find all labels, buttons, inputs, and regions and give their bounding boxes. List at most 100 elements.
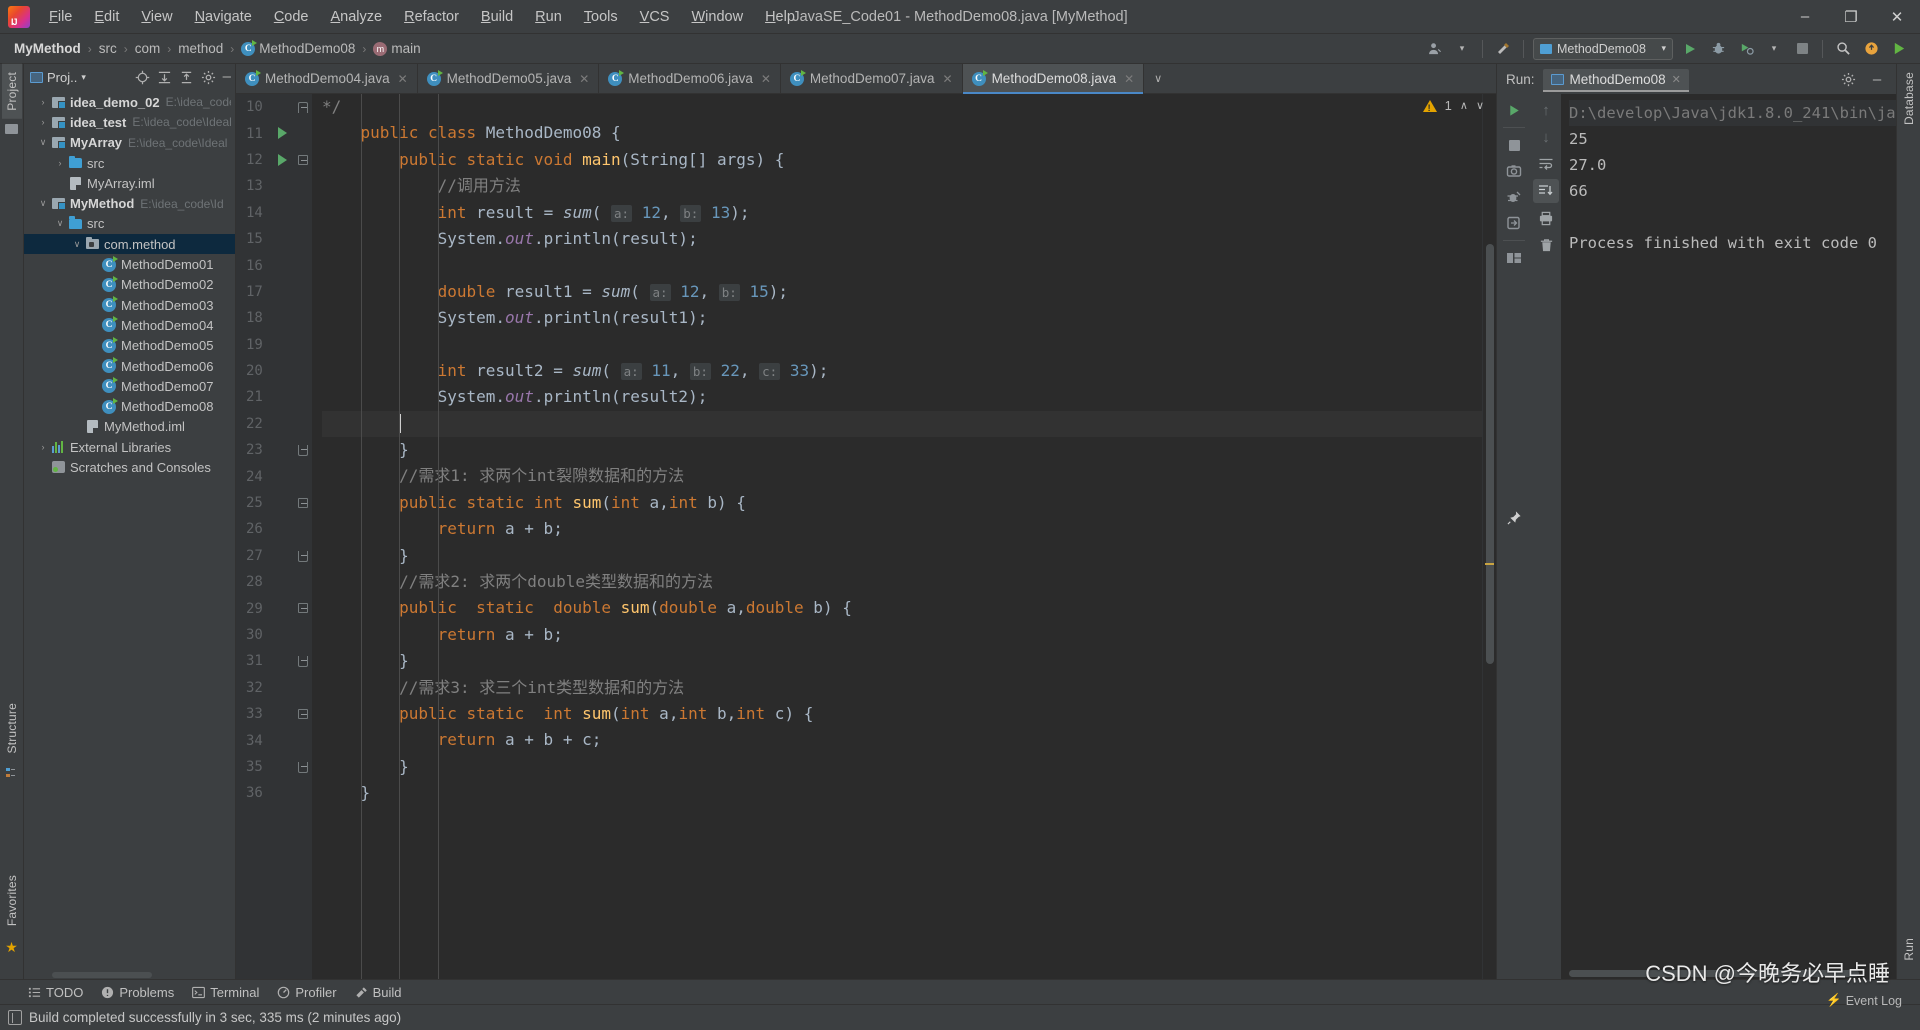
maximize-button[interactable]: ❐ xyxy=(1828,0,1874,33)
tree-item-methoddemo06[interactable]: C MethodDemo06 xyxy=(24,356,235,376)
tool-window-problems[interactable]: Problems xyxy=(101,985,174,1000)
code-line-12[interactable]: public static void main(String[] args) { xyxy=(322,147,1482,173)
menu-view[interactable]: View xyxy=(130,5,183,29)
layout-icon[interactable] xyxy=(1501,246,1527,270)
sidebar-tab-favorites[interactable]: Favorites xyxy=(2,867,22,934)
code-line-20[interactable]: int result2 = sum( a: 11, b: 22, c: 33); xyxy=(322,358,1482,384)
run-anything-icon[interactable] xyxy=(1888,38,1910,60)
fold-collapse-icon[interactable] xyxy=(298,603,308,614)
editor-tab-methoddemo06-java[interactable]: C MethodDemo06.java ✕ xyxy=(599,64,781,93)
search-icon[interactable] xyxy=(1832,38,1854,60)
tree-item-src[interactable]: › src xyxy=(24,153,235,173)
editor-tabs[interactable]: C MethodDemo04.java ✕ C MethodDemo05.java ✕ C M… xyxy=(236,64,1496,94)
project-tree[interactable]: › idea_demo_02 E:\idea_code › idea_test E:\id… xyxy=(24,90,235,972)
gutter-line-14[interactable]: 14 xyxy=(236,200,312,226)
editor-gutter[interactable]: 10 11 12 13 14 15 16 17 18 19 20 21 22 23 24 25 26 27 28 29… xyxy=(236,94,312,979)
gutter-line-30[interactable]: 30 xyxy=(236,622,312,648)
tree-item-myarray[interactable]: ∨ MyArray E:\idea_code\Ideal xyxy=(24,133,235,153)
hide-panel-icon[interactable]: – xyxy=(223,69,231,84)
fold-region-bottom-icon[interactable] xyxy=(298,445,308,457)
code-line-28[interactable]: //需求2: 求两个double类型数据和的方法 xyxy=(322,569,1482,595)
breadcrumb-src[interactable]: src xyxy=(99,41,117,56)
breadcrumb-method[interactable]: method xyxy=(178,41,223,56)
inspection-widget[interactable]: 1 ∧ ∨ xyxy=(1422,98,1484,113)
menu-file[interactable]: File xyxy=(38,5,83,29)
tool-window-profiler[interactable]: Profiler xyxy=(277,985,337,1000)
print-icon[interactable] xyxy=(1533,206,1559,230)
rerun-icon[interactable] xyxy=(1501,98,1527,122)
run-tab-methoddemo08[interactable]: MethodDemo08 ✕ xyxy=(1542,68,1690,92)
user-avatar-icon[interactable] xyxy=(1423,38,1445,60)
gutter-line-34[interactable]: 34 xyxy=(236,727,312,753)
gutter-line-32[interactable]: 32 xyxy=(236,675,312,701)
tree-item-scratches-and-consoles[interactable]: Scratches and Consoles xyxy=(24,457,235,477)
breadcrumb-mymethod[interactable]: MyMethod xyxy=(14,41,81,56)
hammer-build-icon[interactable] xyxy=(1492,38,1514,60)
code-editor[interactable]: 10 11 12 13 14 15 16 17 18 19 20 21 22 23 24 25 26 27 28 29… xyxy=(236,94,1496,979)
scroll-down-icon[interactable]: ↓ xyxy=(1533,125,1559,149)
chevron-down-icon[interactable]: ∨ xyxy=(70,239,84,250)
debug-attach-icon[interactable] xyxy=(1501,185,1527,209)
code-line-30[interactable]: return a + b; xyxy=(322,622,1482,648)
code-line-18[interactable]: System.out.println(result1); xyxy=(322,305,1482,331)
code-line-33[interactable]: public static int sum(int a,int b,int c)… xyxy=(322,701,1482,727)
editor-tab-methoddemo08-java[interactable]: C MethodDemo08.java ✕ xyxy=(962,64,1145,94)
tool-window-build[interactable]: Build xyxy=(355,985,401,1000)
gutter-line-26[interactable]: 26 xyxy=(236,516,312,542)
menu-vcs[interactable]: VCS xyxy=(629,5,681,29)
warning-marker[interactable] xyxy=(1485,563,1494,565)
run-with-coverage-icon[interactable] xyxy=(1735,38,1757,60)
code-line-10[interactable]: */ xyxy=(322,94,1482,120)
editor-scrollbar[interactable] xyxy=(1482,94,1496,979)
code-line-24[interactable]: //需求1: 求两个int裂隙数据和的方法 xyxy=(322,463,1482,489)
code-line-23[interactable]: } xyxy=(322,437,1482,463)
tree-item-methoddemo03[interactable]: C MethodDemo03 xyxy=(24,295,235,315)
close-icon[interactable]: ✕ xyxy=(398,72,408,86)
code-line-14[interactable]: int result = sum( a: 12, b: 13); xyxy=(322,200,1482,226)
editor-tab-methoddemo05-java[interactable]: C MethodDemo05.java ✕ xyxy=(418,64,600,93)
menu-edit[interactable]: Edit xyxy=(83,5,130,29)
console-output[interactable]: D:\develop\Java\jdk1.8.0_241\bin\java.e 2… xyxy=(1561,94,1896,979)
run-configuration-selector[interactable]: MethodDemo08 ▾ xyxy=(1533,37,1673,60)
gutter-line-18[interactable]: 18 xyxy=(236,305,312,331)
code-line-35[interactable]: } xyxy=(322,754,1482,780)
tool-window-todo[interactable]: TODO xyxy=(28,985,83,1000)
chevron-right-icon[interactable]: › xyxy=(36,442,50,452)
gutter-line-22[interactable]: 22 xyxy=(236,411,312,437)
sidebar-tab-structure[interactable]: Structure xyxy=(2,695,22,762)
code-line-11[interactable]: public class MethodDemo08 { xyxy=(322,120,1482,146)
gutter-line-27[interactable]: 27 xyxy=(236,543,312,569)
code-line-21[interactable]: System.out.println(result2); xyxy=(322,384,1482,410)
gutter-line-17[interactable]: 17 xyxy=(236,279,312,305)
chevron-down-icon[interactable]: ∨ xyxy=(36,198,50,209)
console-actions-toolbar[interactable]: ↑ ↓ xyxy=(1531,94,1561,979)
gutter-line-11[interactable]: 11 xyxy=(236,120,312,146)
code-line-29[interactable]: public static double sum(double a,double… xyxy=(322,595,1482,621)
gutter-line-35[interactable]: 35 xyxy=(236,754,312,780)
tree-item-mymethod[interactable]: ∨ MyMethod E:\idea_code\Id xyxy=(24,193,235,213)
chevron-down-icon[interactable]: ∨ xyxy=(36,137,50,148)
menu-help[interactable]: Help xyxy=(754,5,806,29)
tree-item-myarray-iml[interactable]: MyArray.iml xyxy=(24,173,235,193)
fold-collapse-icon[interactable] xyxy=(298,154,308,165)
breadcrumb-com[interactable]: com xyxy=(135,41,161,56)
close-icon[interactable]: ✕ xyxy=(1672,73,1681,86)
fold-region-bottom-icon[interactable] xyxy=(298,550,308,562)
run-actions-toolbar[interactable] xyxy=(1497,94,1531,979)
tree-item-methoddemo05[interactable]: C MethodDemo05 xyxy=(24,336,235,356)
tool-window-bar[interactable]: TODO Problems Terminal Profiler Build xyxy=(0,979,1920,1004)
menu-refactor[interactable]: Refactor xyxy=(393,5,470,29)
chevron-right-icon[interactable]: › xyxy=(53,158,67,168)
collapse-all-icon[interactable] xyxy=(179,70,194,85)
close-icon[interactable]: ✕ xyxy=(943,72,953,86)
gutter-line-33[interactable]: 33 xyxy=(236,701,312,727)
chevron-down-icon[interactable]: ▾ xyxy=(1763,38,1785,60)
trash-icon[interactable] xyxy=(1533,233,1559,257)
gutter-line-10[interactable]: 10 xyxy=(236,94,312,120)
tree-item-methoddemo07[interactable]: C MethodDemo07 xyxy=(24,376,235,396)
editor-tab-list-icon[interactable]: ∨ xyxy=(1144,64,1172,93)
tree-item-methoddemo08[interactable]: C MethodDemo08 xyxy=(24,396,235,416)
chevron-down-icon[interactable]: ▾ xyxy=(81,72,86,83)
scroll-up-icon[interactable]: ↑ xyxy=(1533,98,1559,122)
code-line-27[interactable]: } xyxy=(322,543,1482,569)
